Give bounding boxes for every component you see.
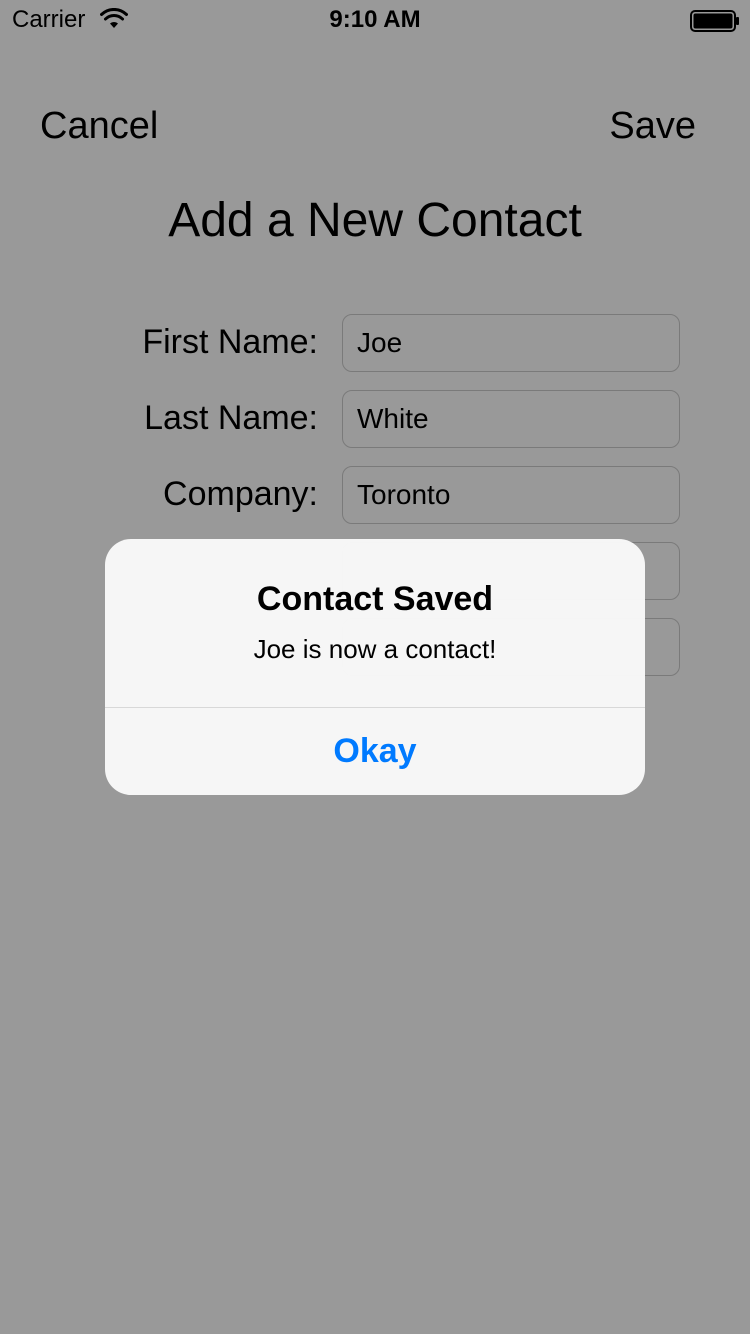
alert-dialog: Contact Saved Joe is now a contact! Okay: [105, 539, 645, 795]
screen: Carrier 9:10 AM Cancel Save Add a New Co…: [0, 0, 750, 1334]
alert-title: Contact Saved: [256, 580, 494, 618]
okay-button[interactable]: Okay: [105, 708, 645, 795]
alert-message: Joe is now a contact!: [253, 634, 497, 664]
